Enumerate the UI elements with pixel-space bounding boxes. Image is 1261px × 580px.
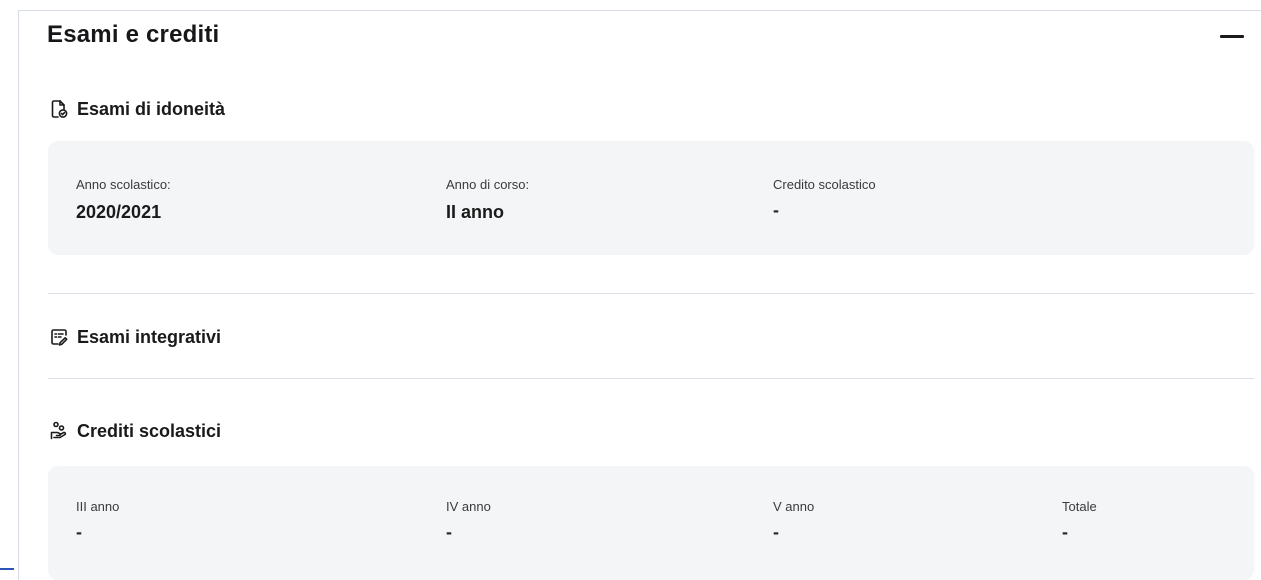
divider <box>48 378 1254 379</box>
minus-icon <box>1220 35 1244 38</box>
idoneita-header-label: Esami di idoneità <box>77 98 226 119</box>
terzo-anno-field: III anno - <box>76 499 119 543</box>
totale-label: Totale <box>1062 499 1097 514</box>
quarto-anno-field: IV anno - <box>446 499 491 543</box>
hand-coins-icon <box>49 421 69 441</box>
quarto-anno-label: IV anno <box>446 499 491 514</box>
anno-scolastico-value: 2020/2021 <box>76 202 162 222</box>
divider <box>48 293 1254 294</box>
crediti-header-label: Crediti scolastici <box>77 420 222 441</box>
anno-di-corso-field: Anno di corso: II anno <box>446 177 529 223</box>
totale-field: Totale - <box>1062 499 1097 543</box>
collapse-button[interactable] <box>1216 25 1248 47</box>
section-title: Esami e crediti <box>47 21 220 48</box>
idoneita-header: Esami di idoneità <box>49 97 225 121</box>
credito-scolastico-value: - <box>773 200 779 220</box>
anno-scolastico-field: Anno scolastico: 2020/2021 <box>76 177 171 223</box>
exams-credits-panel: Esami e crediti Esami di idoneità Anno s… <box>18 10 1261 580</box>
document-edit-icon <box>49 327 69 347</box>
crediti-header: Crediti scolastici <box>49 419 221 443</box>
crediti-card: III anno - IV anno - V anno - Totale - <box>48 466 1254 580</box>
quinto-anno-field: V anno - <box>773 499 814 543</box>
integrativi-header-label: Esami integrativi <box>77 326 222 347</box>
credito-scolastico-field: Credito scolastico - <box>773 177 876 221</box>
idoneita-card: Anno scolastico: 2020/2021 Anno di corso… <box>48 141 1254 255</box>
document-check-icon <box>49 99 69 119</box>
integrativi-header: Esami integrativi <box>49 325 221 349</box>
anno-scolastico-label: Anno scolastico: <box>76 177 171 192</box>
quinto-anno-value: - <box>773 522 779 542</box>
credito-scolastico-label: Credito scolastico <box>773 177 876 192</box>
anno-di-corso-value: II anno <box>446 202 504 222</box>
quarto-anno-value: - <box>446 522 452 542</box>
anno-di-corso-label: Anno di corso: <box>446 177 530 192</box>
terzo-anno-value: - <box>76 522 82 542</box>
accent-mark <box>0 568 14 570</box>
terzo-anno-label: III anno <box>76 499 120 514</box>
totale-value: - <box>1062 522 1068 542</box>
quinto-anno-label: V anno <box>773 499 815 514</box>
